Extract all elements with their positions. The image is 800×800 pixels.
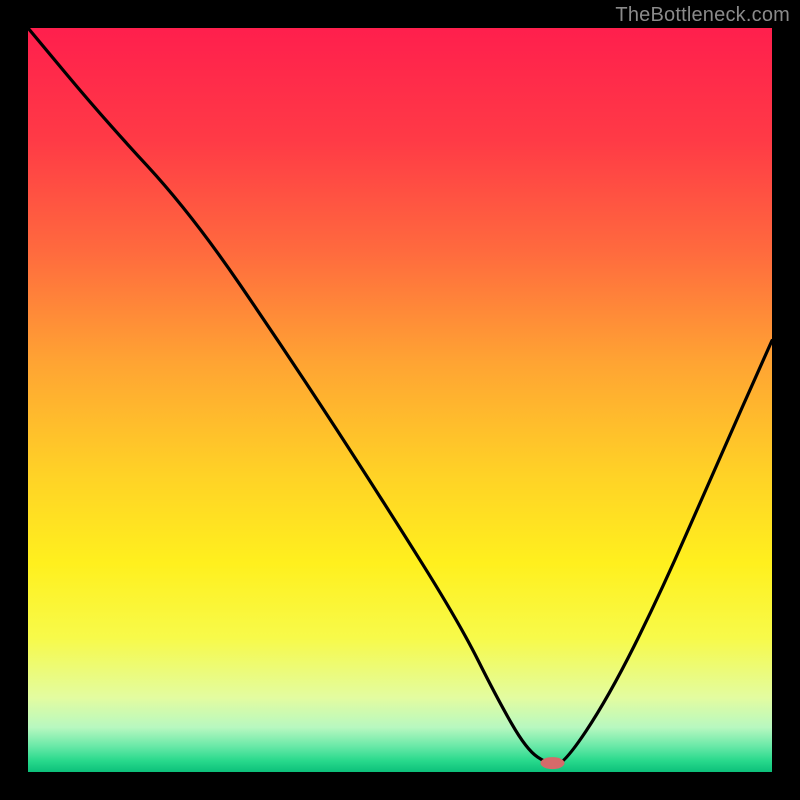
optimum-marker bbox=[541, 757, 565, 769]
plot-area bbox=[28, 28, 772, 772]
watermark-text: TheBottleneck.com bbox=[615, 4, 790, 27]
bottleneck-curve bbox=[28, 28, 772, 772]
chart-frame: TheBottleneck.com bbox=[0, 0, 800, 800]
